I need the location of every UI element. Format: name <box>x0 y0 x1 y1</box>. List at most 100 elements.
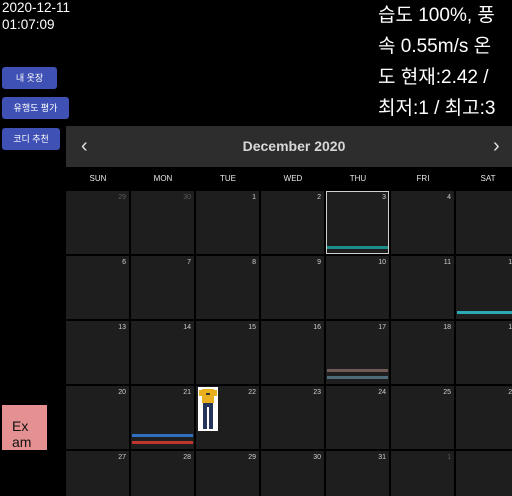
calendar-day-10[interactable]: 10 <box>326 256 389 319</box>
day-number: 15 <box>248 324 256 331</box>
day-number: 21 <box>183 389 191 396</box>
calendar-day-26[interactable]: 26 <box>456 386 512 449</box>
calendar-day-19[interactable]: 19 <box>456 321 512 384</box>
calendar-day-6[interactable]: 6 <box>66 256 129 319</box>
calendar-day-28[interactable]: 28 <box>131 451 194 496</box>
day-number: 29 <box>248 454 256 461</box>
calendar-day-16[interactable]: 16 <box>261 321 324 384</box>
my-closet-button[interactable]: 내 옷장 <box>2 67 57 89</box>
day-number: 28 <box>183 454 191 461</box>
day-number: 4 <box>447 194 451 201</box>
day-number: 18 <box>443 324 451 331</box>
day-number: 23 <box>313 389 321 396</box>
calendar-day-12[interactable]: 12 <box>456 256 512 319</box>
calendar-day-20[interactable]: 20 <box>66 386 129 449</box>
day-number: 9 <box>317 259 321 266</box>
day-number: 6 <box>122 259 126 266</box>
weather-line-wind: 속 0.55m/s 온 <box>378 36 492 57</box>
calendar-day-30[interactable]: 30 <box>261 451 324 496</box>
calendar-grid: 2930123456789101112131415161718192021222… <box>66 191 512 496</box>
day-number: 7 <box>187 259 191 266</box>
day-number: 24 <box>378 389 386 396</box>
exam-button[interactable]: Ex am <box>2 405 47 450</box>
day-number: 14 <box>183 324 191 331</box>
day-number: 22 <box>248 389 256 396</box>
day-number: 2 <box>317 194 321 201</box>
event-bar[interactable] <box>327 246 388 249</box>
day-number: 29 <box>118 194 126 201</box>
day-number: 25 <box>443 389 451 396</box>
weather-info: 습도 100%, 풍 속 0.55m/s 온 도 현재:2.42 / 최저:1 … <box>378 0 495 124</box>
calendar-day-31[interactable]: 31 <box>326 451 389 496</box>
day-number: 20 <box>118 389 126 396</box>
calendar-day-other-month[interactable]: 29 <box>66 191 129 254</box>
day-number: 31 <box>378 454 386 461</box>
calendar-day-other-month[interactable]: 1 <box>391 451 454 496</box>
day-number: 12 <box>508 259 512 266</box>
day-number: 30 <box>183 194 191 201</box>
calendar-day-7[interactable]: 7 <box>131 256 194 319</box>
day-number: 3 <box>382 194 386 201</box>
weekday-wed: WED <box>283 174 303 183</box>
calendar: ‹ December 2020 › SUN MON TUE WED THU FRI SAT … <box>66 126 512 496</box>
chevron-right-icon[interactable]: › <box>493 126 500 167</box>
weekday-mon: MON <box>153 174 173 183</box>
day-number: 1 <box>447 454 451 461</box>
day-number: 27 <box>118 454 126 461</box>
calendar-day-8[interactable]: 8 <box>196 256 259 319</box>
day-number: 30 <box>313 454 321 461</box>
calendar-day-13[interactable]: 13 <box>66 321 129 384</box>
event-bar[interactable] <box>327 369 388 372</box>
calendar-day-5[interactable]: 5 <box>456 191 512 254</box>
event-bar[interactable] <box>327 376 388 379</box>
day-number: 17 <box>378 324 386 331</box>
weekday-thu: THU <box>349 174 367 183</box>
weather-line-humidity: 습도 100%, 풍 <box>378 5 495 26</box>
calendar-day-23[interactable]: 23 <box>261 386 324 449</box>
calendar-day-25[interactable]: 25 <box>391 386 454 449</box>
datetime: 2020-12-11 01:07:09 <box>2 0 70 33</box>
calendar-day-17[interactable]: 17 <box>326 321 389 384</box>
calendar-day-14[interactable]: 14 <box>131 321 194 384</box>
weekday-header: SUN MON TUE WED THU FRI SAT <box>66 167 512 191</box>
weekday-tue: TUE <box>220 174 236 183</box>
current-time: 01:07:09 <box>2 17 55 32</box>
day-number: 10 <box>378 259 386 266</box>
calendar-day-27[interactable]: 27 <box>66 451 129 496</box>
calendar-title: December 2020 <box>242 138 346 154</box>
weekday-sun: SUN <box>89 174 107 183</box>
outfit-thumbnail[interactable] <box>198 387 218 431</box>
calendar-day-1[interactable]: 1 <box>196 191 259 254</box>
calendar-day-4[interactable]: 4 <box>391 191 454 254</box>
event-bar[interactable] <box>132 441 193 444</box>
calendar-day-22[interactable]: 22 <box>196 386 259 449</box>
day-number: 13 <box>118 324 126 331</box>
calendar-day-2[interactable]: 2 <box>261 191 324 254</box>
calendar-day-9[interactable]: 9 <box>261 256 324 319</box>
calendar-day-21[interactable]: 21 <box>131 386 194 449</box>
calendar-day-11[interactable]: 11 <box>391 256 454 319</box>
weekday-sat: SAT <box>480 174 496 183</box>
calendar-day-15[interactable]: 15 <box>196 321 259 384</box>
weather-line-temperature: 도 현재:2.42 / <box>378 67 489 88</box>
current-date: 2020-12-11 <box>2 0 71 15</box>
weekday-fri: FRI <box>416 174 430 183</box>
day-number: 1 <box>252 194 256 201</box>
day-number: 19 <box>508 324 512 331</box>
day-number: 11 <box>443 259 451 266</box>
calendar-day-other-month[interactable]: 2 <box>456 451 512 496</box>
day-number: 8 <box>252 259 256 266</box>
day-number: 16 <box>313 324 321 331</box>
calendar-day-24[interactable]: 24 <box>326 386 389 449</box>
weather-line-min-max: 최저:1 / 최고:3 <box>378 98 496 119</box>
event-bar[interactable] <box>132 434 193 437</box>
calendar-day-18[interactable]: 18 <box>391 321 454 384</box>
calendar-day-29[interactable]: 29 <box>196 451 259 496</box>
day-number: 26 <box>508 389 512 396</box>
outfit-recommend-button[interactable]: 코디 추천 <box>2 128 60 150</box>
calendar-day-other-month[interactable]: 30 <box>131 191 194 254</box>
calendar-day-3[interactable]: 3 <box>326 191 389 254</box>
event-bar[interactable] <box>457 311 512 314</box>
trend-rating-button[interactable]: 유행도 평가 <box>2 97 69 119</box>
calendar-header: ‹ December 2020 › <box>66 126 512 167</box>
